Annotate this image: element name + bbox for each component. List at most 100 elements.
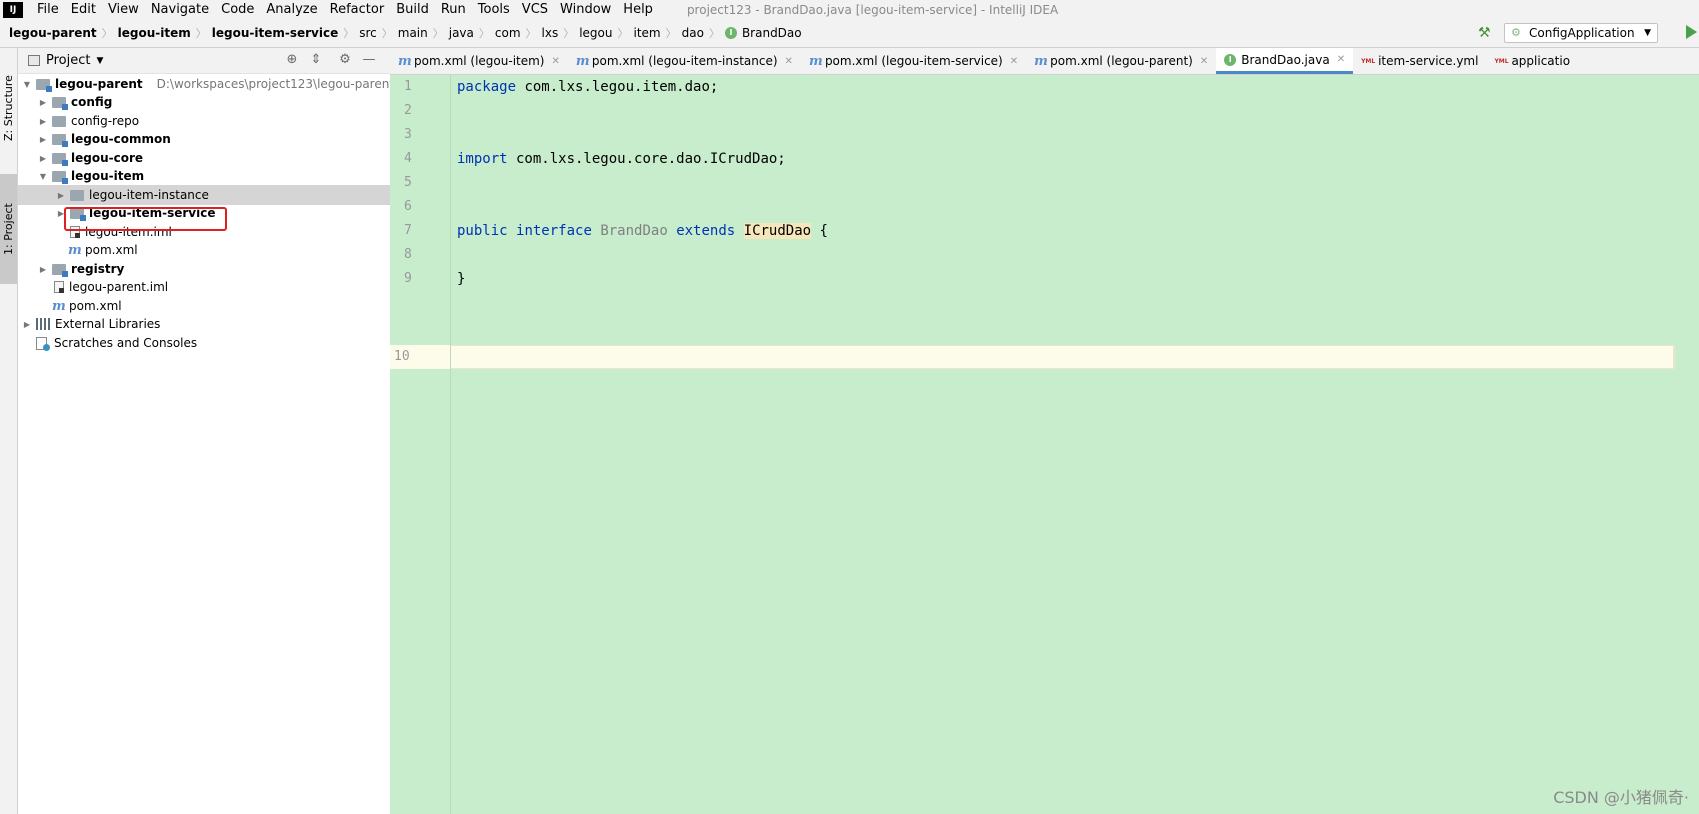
tab-pom-legou-item-instance[interactable]: m pom.xml (legou-item-instance) ✕: [568, 48, 801, 74]
module-folder-icon: [52, 96, 68, 110]
menu-window[interactable]: Window: [554, 2, 617, 17]
menu-analyze[interactable]: Analyze: [260, 2, 323, 17]
keyword: interface: [516, 223, 592, 239]
menu-code[interactable]: Code: [215, 2, 260, 17]
tab-item-service-yml[interactable]: YML item-service.yml: [1353, 48, 1486, 74]
collapsed-triangle-icon[interactable]: ▶: [38, 265, 48, 274]
tree-item-legou-core[interactable]: ▶ legou-core: [18, 148, 427, 168]
minimize-icon[interactable]: —: [362, 53, 376, 67]
super-interface-name[interactable]: ICrudDao: [743, 223, 812, 239]
collapse-all-icon[interactable]: ⇕: [309, 53, 323, 67]
crumb-branddao[interactable]: I BrandDao: [722, 26, 805, 40]
close-icon[interactable]: ✕: [1200, 56, 1208, 67]
collapsed-triangle-icon[interactable]: ▶: [38, 98, 48, 107]
collapsed-triangle-icon[interactable]: ▶: [56, 191, 66, 200]
project-view-selector[interactable]: Project: [46, 53, 90, 68]
close-icon[interactable]: ✕: [1010, 56, 1018, 67]
tree-item-legou-item-instance[interactable]: ▶ legou-item-instance: [18, 185, 445, 205]
crumb-java[interactable]: java: [446, 26, 477, 40]
tab-label: applicatio: [1511, 54, 1571, 68]
menu-tools[interactable]: Tools: [472, 2, 516, 17]
crumb-lxs[interactable]: lxs: [539, 26, 562, 40]
tab-pom-legou-parent[interactable]: m pom.xml (legou-parent) ✕: [1026, 48, 1216, 74]
crumb-separator-icon: 〉: [343, 27, 355, 40]
keyword: extends: [676, 223, 736, 239]
tab-pom-legou-item-service[interactable]: m pom.xml (legou-item-service) ✕: [801, 48, 1026, 74]
tree-item-label: legou-core: [71, 151, 144, 165]
crumb-legou-parent[interactable]: legou-parent: [6, 26, 100, 40]
crumb-legou-item-service[interactable]: legou-item-service: [209, 26, 341, 40]
close-icon[interactable]: ✕: [1337, 54, 1345, 65]
run-icon[interactable]: [1686, 25, 1697, 39]
maven-icon: m: [1034, 53, 1048, 69]
crumb-main[interactable]: main: [395, 26, 431, 40]
tree-item-registry[interactable]: ▶ registry: [18, 259, 427, 279]
crumb-separator-icon: 〉: [478, 27, 490, 40]
structure-tool-tab[interactable]: Z: Structure: [0, 58, 17, 158]
run-configuration-select[interactable]: ⚙ ConfigApplication ▼: [1504, 23, 1658, 43]
line-number: 6: [404, 199, 412, 214]
crumb-separator-icon: 〉: [525, 27, 537, 40]
tree-item-root-pom-xml[interactable]: m pom.xml: [18, 296, 441, 316]
collapsed-triangle-icon[interactable]: ▶: [38, 154, 48, 163]
gear-icon[interactable]: ⚙: [338, 53, 352, 67]
collapsed-triangle-icon[interactable]: ▶: [56, 209, 66, 218]
maven-icon: m: [808, 53, 823, 69]
tree-item-external-libraries[interactable]: ▶ External Libraries: [18, 314, 411, 334]
breadcrumb: legou-parent 〉 legou-item 〉 legou-item-ser…: [0, 19, 805, 47]
code-line-1[interactable]: package com.lxs.legou.item.dao;: [457, 75, 718, 99]
close-icon[interactable]: ✕: [552, 56, 560, 67]
tab-pom-legou-item[interactable]: m pom.xml (legou-item) ✕: [390, 48, 568, 74]
tree-item-legou-parent[interactable]: ▼ legou-parent D:\workspaces\project123\…: [18, 74, 411, 94]
tree-item-legou-common[interactable]: ▶ legou-common: [18, 129, 427, 149]
close-brace: }: [457, 271, 466, 287]
menu-edit[interactable]: Edit: [65, 2, 102, 17]
expanded-triangle-icon[interactable]: ▼: [38, 172, 48, 181]
crumb-src[interactable]: src: [356, 26, 380, 40]
expanded-triangle-icon[interactable]: ▼: [22, 80, 32, 89]
crumb-com[interactable]: com: [492, 26, 524, 40]
menu-file[interactable]: File: [31, 2, 65, 17]
crumb-separator-icon: 〉: [381, 27, 393, 40]
collapsed-triangle-icon[interactable]: ▶: [38, 117, 48, 126]
project-tool-tab[interactable]: 1: Project: [0, 174, 17, 284]
code-line-7[interactable]: public interface BrandDao extends ICrudD…: [457, 219, 828, 243]
crumb-legou-item[interactable]: legou-item: [115, 26, 194, 40]
tree-item-label: pom.xml: [85, 243, 138, 257]
menu-help[interactable]: Help: [617, 2, 659, 17]
tab-application-yml[interactable]: YML applicatio: [1486, 48, 1578, 74]
tree-item-legou-item[interactable]: ▼ legou-item: [18, 166, 427, 186]
intellij-logo-icon: IJ: [3, 1, 23, 18]
tree-item-label: config: [71, 95, 113, 109]
code-line-4[interactable]: import com.lxs.legou.core.dao.ICrudDao;: [457, 147, 786, 171]
tab-label: pom.xml (legou-item-service): [824, 54, 1003, 68]
locate-target-icon[interactable]: ⊕: [285, 53, 299, 67]
project-panel: Project ▼ ⊕ ⇕ ⚙ — ▼ legou-parent D:\work…: [18, 48, 445, 814]
tree-item-config-repo[interactable]: ▶ config-repo: [18, 111, 427, 131]
menu-build[interactable]: Build: [390, 2, 435, 17]
watermark: CSDN @小猪佩奇·: [1553, 788, 1689, 807]
interface-icon: I: [724, 27, 737, 39]
menu-refactor[interactable]: Refactor: [324, 2, 391, 17]
crumb-item[interactable]: item: [631, 26, 664, 40]
tab-branddao-java[interactable]: I BrandDao.java ✕: [1216, 48, 1354, 74]
menu-run[interactable]: Run: [435, 2, 472, 17]
editor-tab-bar: m pom.xml (legou-item) ✕ m pom.xml (lego…: [390, 48, 1699, 75]
collapsed-triangle-icon[interactable]: ▶: [38, 135, 48, 144]
crumb-separator-icon: 〉: [708, 27, 720, 40]
crumb-dao[interactable]: dao: [679, 26, 707, 40]
crumb-legou[interactable]: legou: [576, 26, 615, 40]
menu-navigate[interactable]: Navigate: [145, 2, 215, 17]
tree-item-config[interactable]: ▶ config: [18, 92, 427, 112]
close-icon[interactable]: ✕: [785, 56, 793, 67]
tree-item-legou-item-service[interactable]: ▶ legou-item-service: [18, 203, 445, 223]
menu-vcs[interactable]: VCS: [516, 2, 554, 17]
code-editor[interactable]: package com.lxs.legou.item.dao; import c…: [451, 75, 1699, 814]
collapsed-triangle-icon[interactable]: ▶: [22, 320, 32, 329]
menu-view[interactable]: View: [102, 2, 145, 17]
build-hammer-icon[interactable]: ⚒: [1478, 26, 1492, 40]
tree-item-scratches[interactable]: Scratches and Consoles: [18, 333, 425, 353]
chevron-down-icon[interactable]: ▼: [96, 56, 103, 66]
code-line-9[interactable]: }: [457, 267, 465, 291]
tree-item-legou-parent-iml[interactable]: legou-parent.iml: [18, 277, 443, 297]
